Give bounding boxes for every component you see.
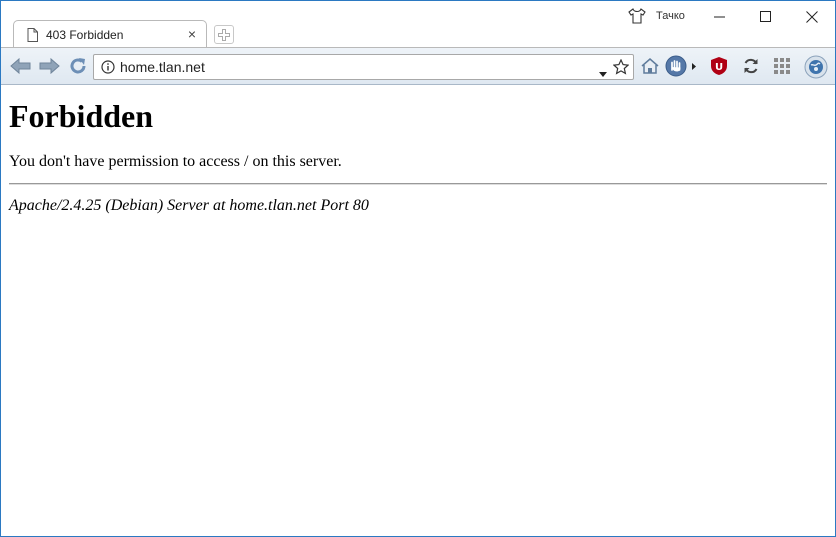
apps-grid-icon[interactable] <box>774 58 790 79</box>
tab-close-icon[interactable]: × <box>188 26 196 42</box>
ublock-icon[interactable]: U <box>710 56 728 81</box>
maximize-button[interactable] <box>743 1 789 31</box>
browser-window: 403 Forbidden × Тачко home.tlan.net U Fo… <box>0 0 836 537</box>
profile-name[interactable]: Тачко <box>656 10 685 22</box>
toolbar: U <box>1 47 835 85</box>
server-signature: Apache/2.4.25 (Debian) Server at home.tl… <box>9 197 369 214</box>
minimize-button[interactable] <box>697 1 743 31</box>
url-input[interactable] <box>120 59 590 75</box>
reload-icon[interactable] <box>68 56 88 81</box>
dropdown-icon[interactable] <box>599 64 607 82</box>
back-arrow-icon[interactable] <box>10 57 32 80</box>
stop-hand-icon[interactable] <box>665 55 697 82</box>
svg-text:U: U <box>715 62 723 73</box>
maximize-icon <box>760 11 771 22</box>
profile-icon[interactable] <box>628 7 646 30</box>
page-content: Forbidden You don't have permission to a… <box>1 86 835 536</box>
info-icon[interactable] <box>101 60 115 79</box>
tab-title: 403 Forbidden <box>46 28 124 42</box>
home-icon[interactable] <box>640 56 660 81</box>
new-tab-button[interactable] <box>214 25 234 44</box>
new-tab-icon <box>218 29 230 41</box>
minimize-icon <box>714 16 725 18</box>
star-icon[interactable] <box>612 58 630 80</box>
extension-globe-icon[interactable] <box>804 55 828 84</box>
window-close-icon <box>806 11 818 23</box>
address-bar[interactable] <box>93 54 634 80</box>
divider <box>9 183 827 185</box>
sync-icon[interactable] <box>742 57 760 80</box>
page-heading: Forbidden <box>9 98 154 134</box>
window-close-button[interactable] <box>789 1 835 31</box>
title-bar: 403 Forbidden × Тачко <box>1 1 835 48</box>
forward-arrow-icon[interactable] <box>38 57 60 80</box>
page-favicon-icon <box>27 28 38 47</box>
error-message: You don't have permission to access / on… <box>9 153 342 170</box>
tab-active[interactable]: 403 Forbidden × <box>13 20 207 48</box>
